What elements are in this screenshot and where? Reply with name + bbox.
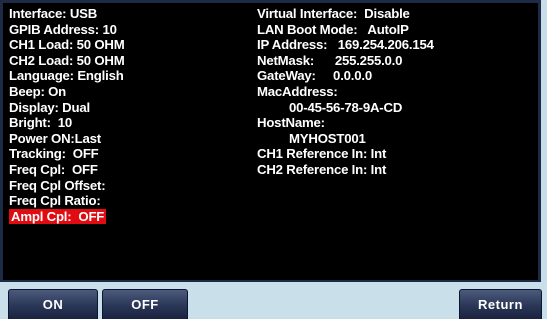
ip-address-setting: IP Address: 169.254.206.154 bbox=[257, 37, 434, 53]
network-settings-column: Virtual Interface: Disable LAN Boot Mode… bbox=[257, 6, 542, 178]
mac-address-value: 00-45-56-78-9A-CD bbox=[289, 99, 403, 115]
hostname-label: HostName: bbox=[257, 115, 325, 131]
ampl-cpl-setting-selected: Ampl Cpl: OFF bbox=[9, 208, 239, 225]
display-setting: Display: Dual bbox=[9, 99, 90, 115]
system-settings-column: Interface: USB GPIB Address: 10 CH1 Load… bbox=[9, 6, 239, 224]
lan-boot-mode-setting: LAN Boot Mode: AutoIP bbox=[257, 21, 409, 37]
tracking-setting: Tracking: OFF bbox=[9, 146, 99, 162]
ch2-reference-in-setting: CH2 Reference In: Int bbox=[257, 161, 387, 177]
ch2-load-setting: CH2 Load: 50 OHM bbox=[9, 52, 125, 68]
mac-address-label: MacAddress: bbox=[257, 83, 338, 99]
freq-cpl-setting: Freq Cpl: OFF bbox=[9, 161, 98, 177]
utility-info-display: Interface: USB GPIB Address: 10 CH1 Load… bbox=[0, 0, 541, 282]
ch1-load-setting: CH1 Load: 50 OHM bbox=[9, 37, 125, 53]
freq-cpl-offset-setting: Freq Cpl Offset: bbox=[9, 177, 106, 193]
off-softkey[interactable]: OFF bbox=[102, 289, 188, 319]
on-softkey[interactable]: ON bbox=[8, 289, 98, 319]
power-on-setting: Power ON:Last bbox=[9, 130, 101, 146]
freq-cpl-ratio-setting: Freq Cpl Ratio: bbox=[9, 193, 101, 209]
gateway-setting: GateWay: 0.0.0.0 bbox=[257, 68, 372, 84]
return-softkey[interactable]: Return bbox=[459, 289, 542, 319]
ch1-reference-in-setting: CH1 Reference In: Int bbox=[257, 146, 387, 162]
ampl-cpl-highlight: Ampl Cpl: OFF bbox=[9, 208, 107, 224]
gpib-address-setting: GPIB Address: 10 bbox=[9, 21, 117, 37]
language-setting: Language: English bbox=[9, 68, 124, 84]
bright-setting: Bright: 10 bbox=[9, 115, 73, 131]
beep-setting: Beep: On bbox=[9, 83, 67, 99]
hostname-value: MYHOST001 bbox=[289, 130, 366, 146]
softkey-bar: ON OFF Return bbox=[0, 282, 547, 319]
interface-setting: Interface: USB bbox=[9, 6, 98, 21]
netmask-setting: NetMask: 255.255.0.0 bbox=[257, 52, 403, 68]
instrument-screen: Interface: USB GPIB Address: 10 CH1 Load… bbox=[0, 0, 547, 319]
virtual-interface-setting: Virtual Interface: Disable bbox=[257, 6, 410, 21]
